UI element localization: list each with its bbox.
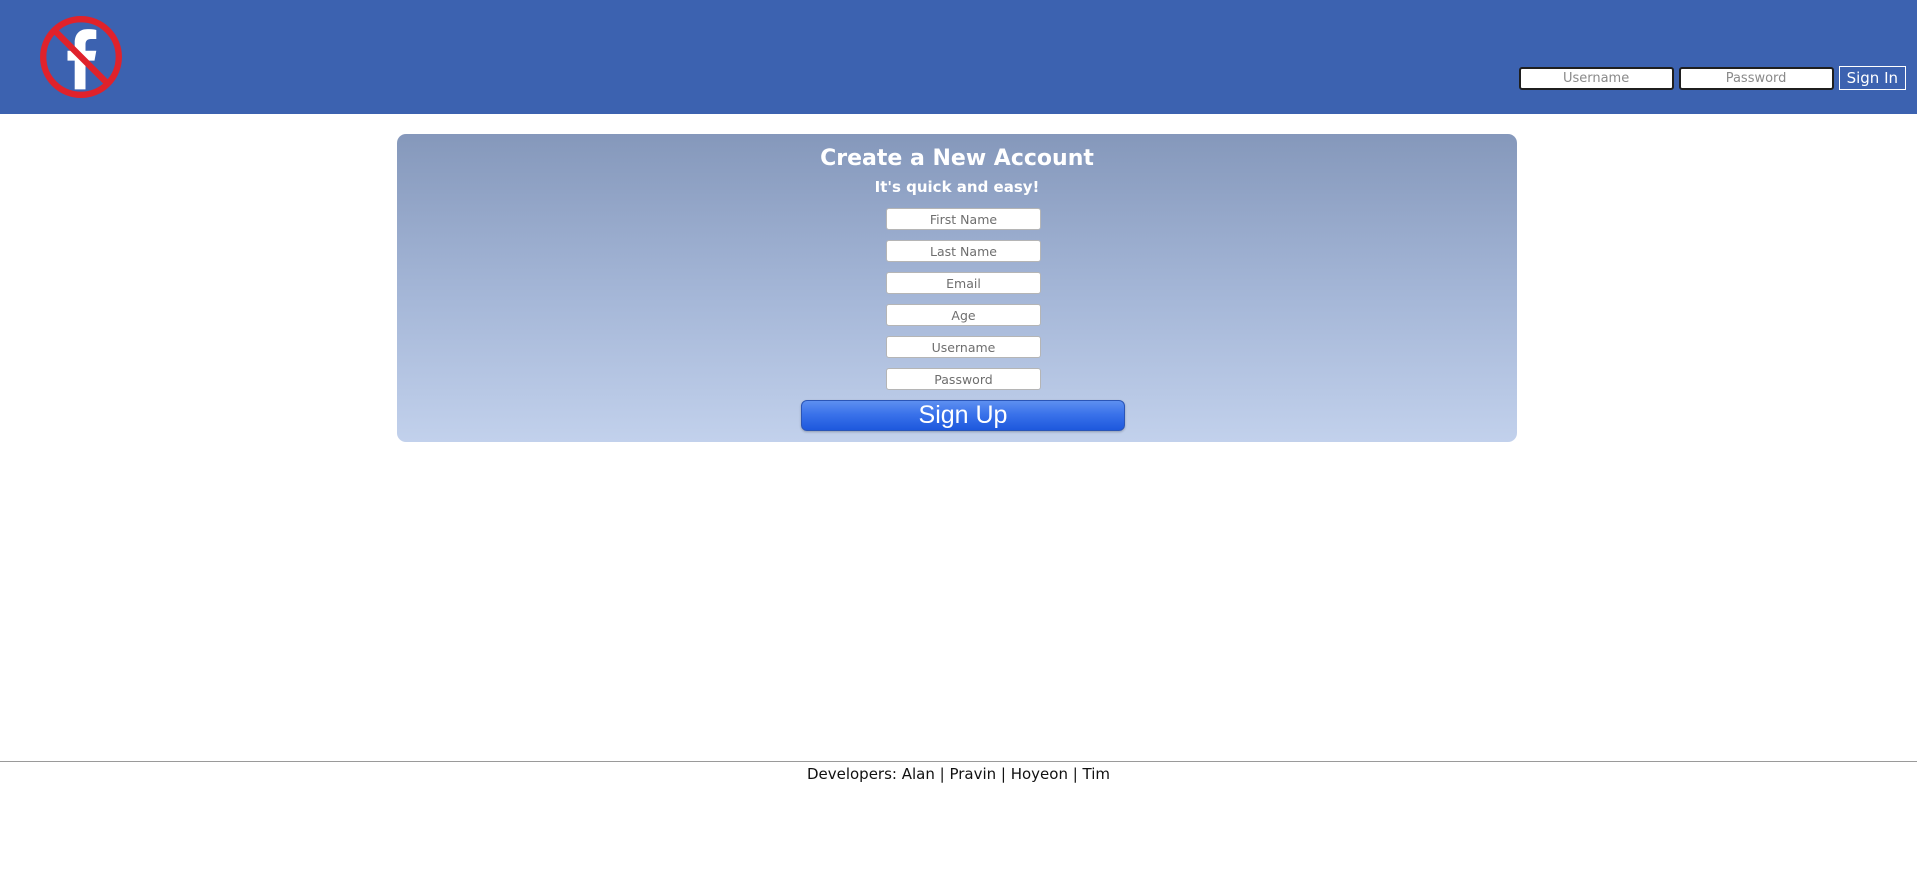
footer-divider bbox=[0, 761, 1917, 762]
sign-in-form: Sign In bbox=[1518, 66, 1906, 90]
signin-password-input[interactable] bbox=[1678, 66, 1834, 90]
create-account-panel: Create a New Account It's quick and easy… bbox=[397, 134, 1517, 442]
signin-username-input[interactable] bbox=[1518, 66, 1674, 90]
create-account-subtitle: It's quick and easy! bbox=[874, 178, 1040, 196]
age-field[interactable] bbox=[886, 304, 1041, 326]
email-field[interactable] bbox=[886, 272, 1041, 294]
sign-in-button[interactable]: Sign In bbox=[1838, 66, 1906, 90]
create-account-title: Create a New Account bbox=[820, 146, 1094, 171]
first-name-field[interactable] bbox=[886, 208, 1041, 230]
sign-up-button[interactable]: Sign Up bbox=[801, 400, 1125, 431]
signup-fields bbox=[886, 208, 1041, 400]
username-field[interactable] bbox=[886, 336, 1041, 358]
password-field[interactable] bbox=[886, 368, 1041, 390]
developers-credit: Developers: Alan | Pravin | Hoyeon | Tim bbox=[806, 765, 1111, 783]
last-name-field[interactable] bbox=[886, 240, 1041, 262]
top-header: Sign In bbox=[0, 0, 1917, 114]
facebook-prohibited-icon bbox=[40, 16, 122, 98]
